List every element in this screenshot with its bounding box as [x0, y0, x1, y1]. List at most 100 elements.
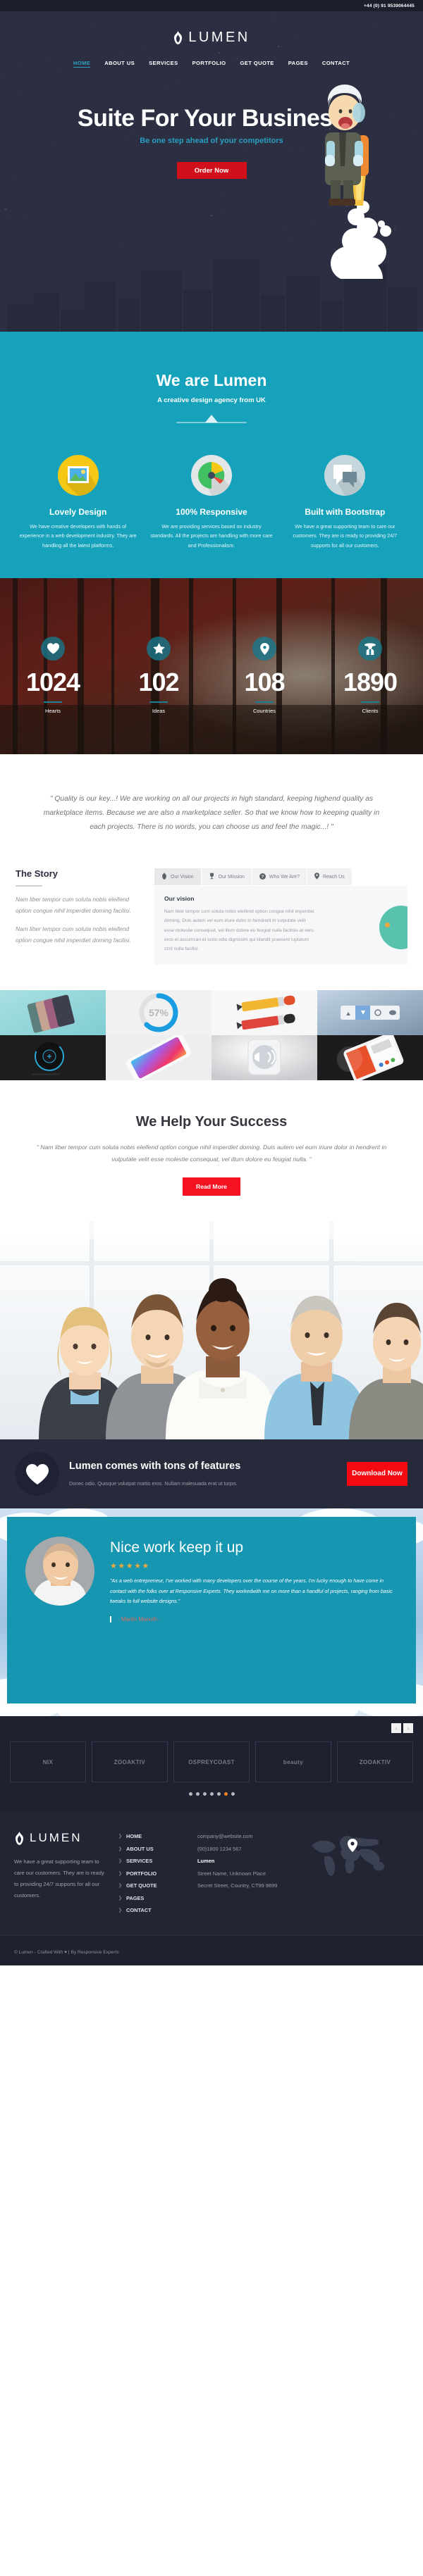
footer-link-about-us[interactable]: ❯ ABOUT US	[118, 1846, 186, 1852]
tab-reach-us[interactable]: Reach Us	[307, 868, 352, 886]
portfolio-item-pencils-icon-set[interactable]	[212, 990, 317, 1036]
download-cta-section: Lumen comes with tons of features Donec …	[0, 1439, 423, 1509]
feature-card: Built with Bootstrap We have a great supp…	[280, 455, 410, 550]
footer-address-line2: Secret Street, Country, CT99 9899	[197, 1882, 278, 1889]
copyright-bar: © Lumen - Crafted With ♥ | By Responsive…	[0, 1934, 423, 1965]
footer-link-home[interactable]: ❯ HOME	[118, 1833, 186, 1839]
help-text: " Nam liber tempor cum soluta nobis elei…	[36, 1144, 387, 1163]
main-nav[interactable]: HOME ABOUT US SERVICES PORTFOLIO GET QUOTE PA…	[0, 56, 423, 68]
stat-label: Hearts	[44, 707, 61, 714]
client-logo-label: ZOOAKTIV	[114, 1758, 146, 1765]
tab-who-we-are[interactable]: ? Who We Are?	[252, 868, 307, 886]
story-paragraph: Nam liber tempor cum soluta nobis eleife…	[16, 896, 131, 914]
carousel-dots[interactable]	[10, 1792, 413, 1796]
quote-text: " Quality is our key...! We are working …	[43, 794, 380, 832]
footer-email[interactable]: company@website.com	[197, 1833, 296, 1839]
stat-value: 1890	[343, 668, 398, 697]
tab-label: Our Vision	[171, 874, 194, 880]
world-map	[307, 1834, 391, 1877]
stats-section: 1024 Hearts 102 Ideas 108 Countries 1890 Client…	[0, 577, 423, 754]
astronaut-illustration	[307, 68, 398, 300]
help-heading: We Help Your Success	[135, 1114, 288, 1130]
footer-link-get-quote[interactable]: ❯ GET QUOTE	[118, 1882, 186, 1889]
stat-item: 108 Countries	[212, 637, 317, 714]
testimonial-section: Nice work keep it up ★★★★★ "As a web ent…	[0, 1508, 423, 1717]
feature-title: Built with Bootstrap	[305, 507, 386, 517]
flame-icon	[14, 1831, 25, 1845]
footer-link-portfolio[interactable]: ❯ PORTFOLIO	[118, 1870, 186, 1877]
story-title: The Story	[16, 868, 58, 880]
footer-links-column[interactable]: ❯ HOME ❯ ABOUT US ❯ SERVICES ❯ PORTFOLIO ❯ GET QU…	[118, 1831, 186, 1920]
carousel-dot[interactable]	[188, 1792, 192, 1796]
footer-link-pages[interactable]: ❯ PAGES	[118, 1895, 186, 1901]
chevron-right-icon: ❯	[118, 1884, 123, 1889]
portfolio-item-speaker-icon-3d[interactable]	[212, 1035, 317, 1081]
portfolio-item-phone-cards-mockup[interactable]	[0, 990, 106, 1036]
flame-icon	[161, 873, 167, 881]
footer-link-label: PAGES	[126, 1894, 145, 1901]
carousel-dot[interactable]	[209, 1792, 214, 1796]
chevron-right-icon: ❯	[118, 1908, 123, 1913]
carousel-dot[interactable]	[202, 1792, 207, 1796]
carousel-prev-button[interactable]: ‹	[391, 1723, 401, 1734]
footer-map-column	[307, 1831, 409, 1920]
portfolio-item-colorful-phone-mockup[interactable]	[106, 1035, 212, 1081]
stat-underline	[255, 701, 274, 703]
client-logo-label: NIX	[42, 1758, 54, 1765]
svg-text:57%: 57%	[149, 1007, 169, 1018]
phone-number: +44 (0) 91 9539064445	[364, 3, 415, 8]
tab-our-vision[interactable]: Our Vision	[154, 868, 201, 886]
testimonial-text: "As a web entrepreneur, I've worked with…	[110, 1577, 393, 1604]
client-logo[interactable]: beauty	[255, 1742, 331, 1783]
client-logo[interactable]: ZOOAKTIV	[337, 1742, 413, 1783]
nav-item-about-us[interactable]: ABOUT US	[104, 60, 135, 66]
about-heading: We are Lumen	[156, 371, 267, 389]
heart-icon	[16, 1452, 59, 1496]
stat-value: 1024	[25, 668, 80, 697]
tab-label: Reach Us	[322, 874, 345, 880]
site-footer: LUMEN We have a great supporting team to…	[0, 1811, 423, 1935]
client-logo[interactable]: OSPREYCOAST	[173, 1742, 250, 1783]
read-more-button[interactable]: Read More	[183, 1177, 240, 1196]
carousel-nav[interactable]: ‹ ›	[391, 1723, 413, 1734]
nav-item-contact[interactable]: CONTACT	[322, 60, 350, 66]
hero-section: LUMEN HOME ABOUT US SERVICES PORTFOLIO GET Q…	[0, 11, 423, 332]
story-tabs: Our Vision Our Mission? Who We Are? Reach U…	[154, 868, 407, 965]
client-logo[interactable]: NIX	[10, 1742, 86, 1783]
nav-item-home[interactable]: HOME	[73, 60, 91, 68]
stat-underline	[149, 701, 168, 703]
nav-item-get-quote[interactable]: GET QUOTE	[240, 60, 274, 66]
portfolio-item-dark-dial-knob[interactable]	[0, 1035, 106, 1081]
portfolio-item-progress-ring-57[interactable]: 57%	[106, 990, 212, 1036]
tab-list[interactable]: Our Vision Our Mission? Who We Are? Reach U…	[154, 868, 407, 886]
order-now-button[interactable]: Order Now	[176, 162, 247, 179]
portfolio-item-toolbar-ui-icons[interactable]	[317, 990, 423, 1036]
nav-item-pages[interactable]: PAGES	[288, 60, 308, 66]
tab-our-mission[interactable]: Our Mission	[201, 868, 252, 886]
carousel-dot[interactable]	[216, 1792, 221, 1796]
about-section: We are Lumen A creative design agency fr…	[0, 332, 423, 578]
chevron-right-icon: ❯	[118, 1896, 123, 1901]
carousel-next-button[interactable]: ›	[403, 1723, 413, 1734]
stat-value: 102	[138, 668, 179, 697]
footer-link-services[interactable]: ❯ SERVICES	[118, 1858, 186, 1864]
carousel-dot[interactable]	[195, 1792, 200, 1796]
chat-bubble-icon	[324, 455, 366, 496]
cta-text: Donec odio. Quisque volutpat mattis eros…	[69, 1480, 238, 1487]
client-logo[interactable]: ZOOAKTIV	[92, 1742, 168, 1783]
portfolio-item-orange-app-mockup[interactable]	[317, 1035, 423, 1081]
download-now-button[interactable]: Download Now	[347, 1462, 407, 1487]
copyright-text: © Lumen - Crafted With ♥ | By Responsive…	[14, 1949, 119, 1955]
carousel-dot[interactable]	[223, 1792, 228, 1796]
footer-link-contact[interactable]: ❯ CONTACT	[118, 1907, 186, 1913]
footer-link-label: SERVICES	[126, 1858, 153, 1865]
carousel-dot[interactable]	[231, 1792, 235, 1796]
chevron-right-icon: ❯	[118, 1871, 123, 1876]
feature-list: Lovely Design We have creative developers…	[0, 455, 423, 550]
feature-title: Lovely Design	[49, 507, 107, 517]
question-circle-icon: ?	[259, 873, 266, 881]
nav-item-portfolio[interactable]: PORTFOLIO	[192, 60, 226, 66]
nav-item-services[interactable]: SERVICES	[149, 60, 178, 66]
footer-company-name: Lumen	[197, 1858, 215, 1865]
stat-label: Ideas	[152, 707, 166, 714]
